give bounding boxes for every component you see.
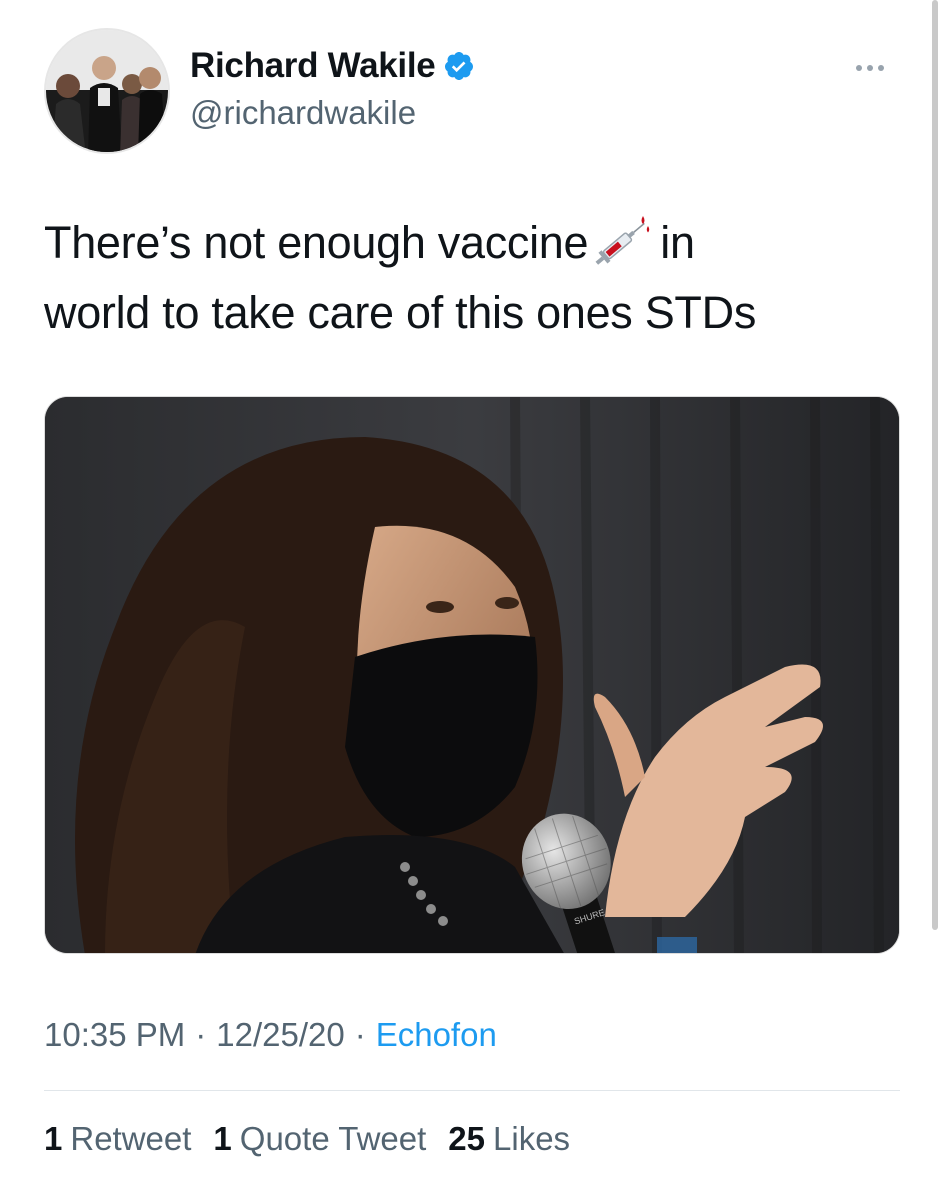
syringe-icon (594, 212, 652, 268)
display-name[interactable]: Richard Wakile (190, 46, 436, 86)
quote-tweets-count: 1 (213, 1120, 232, 1157)
retweets-count: 1 (44, 1120, 63, 1157)
tweet-card: Richard Wakile @richardwakile There’s no… (0, 0, 945, 1186)
scrollbar-thumb[interactable] (932, 0, 938, 930)
author-handle[interactable]: @richardwakile (190, 94, 416, 132)
tweet-text-after-emoji: in (660, 217, 695, 268)
tweet-meta: 10:35 PM · 12/25/20 · Echofon (44, 1016, 497, 1054)
retweets-label: Retweet (70, 1120, 192, 1157)
author-name-row[interactable]: Richard Wakile (190, 46, 475, 86)
meta-separator: · (354, 1016, 366, 1053)
tweet-text-line1: There’s not enough vaccine (44, 217, 589, 268)
tweet-media-photo[interactable]: SHURE (44, 396, 900, 954)
retweets-stat[interactable]: 1 Retweet (44, 1120, 191, 1158)
more-options-button[interactable] (838, 50, 902, 86)
meta-separator: · (195, 1016, 207, 1053)
tweet-stats: 1 Retweet 1 Quote Tweet 25 Likes (44, 1120, 570, 1158)
likes-count: 25 (448, 1120, 486, 1157)
more-dot (867, 65, 873, 71)
divider (44, 1090, 900, 1091)
tweet-source-link[interactable]: Echofon (376, 1016, 497, 1054)
more-dot (856, 65, 862, 71)
likes-label: Likes (493, 1120, 571, 1157)
quote-tweets-label: Quote Tweet (239, 1120, 427, 1157)
avatar[interactable] (44, 28, 170, 154)
verified-badge-icon (443, 50, 475, 82)
tweet-date[interactable]: 12/25/20 (216, 1016, 344, 1054)
quote-tweets-stat[interactable]: 1 Quote Tweet (213, 1120, 426, 1158)
tweet-time[interactable]: 10:35 PM (44, 1016, 185, 1054)
likes-stat[interactable]: 25 Likes (448, 1120, 570, 1158)
tweet-text: There’s not enough vaccine in world to t… (44, 208, 904, 348)
tweet-text-line2: world to take care of this ones STDs (44, 287, 757, 338)
more-dot (878, 65, 884, 71)
